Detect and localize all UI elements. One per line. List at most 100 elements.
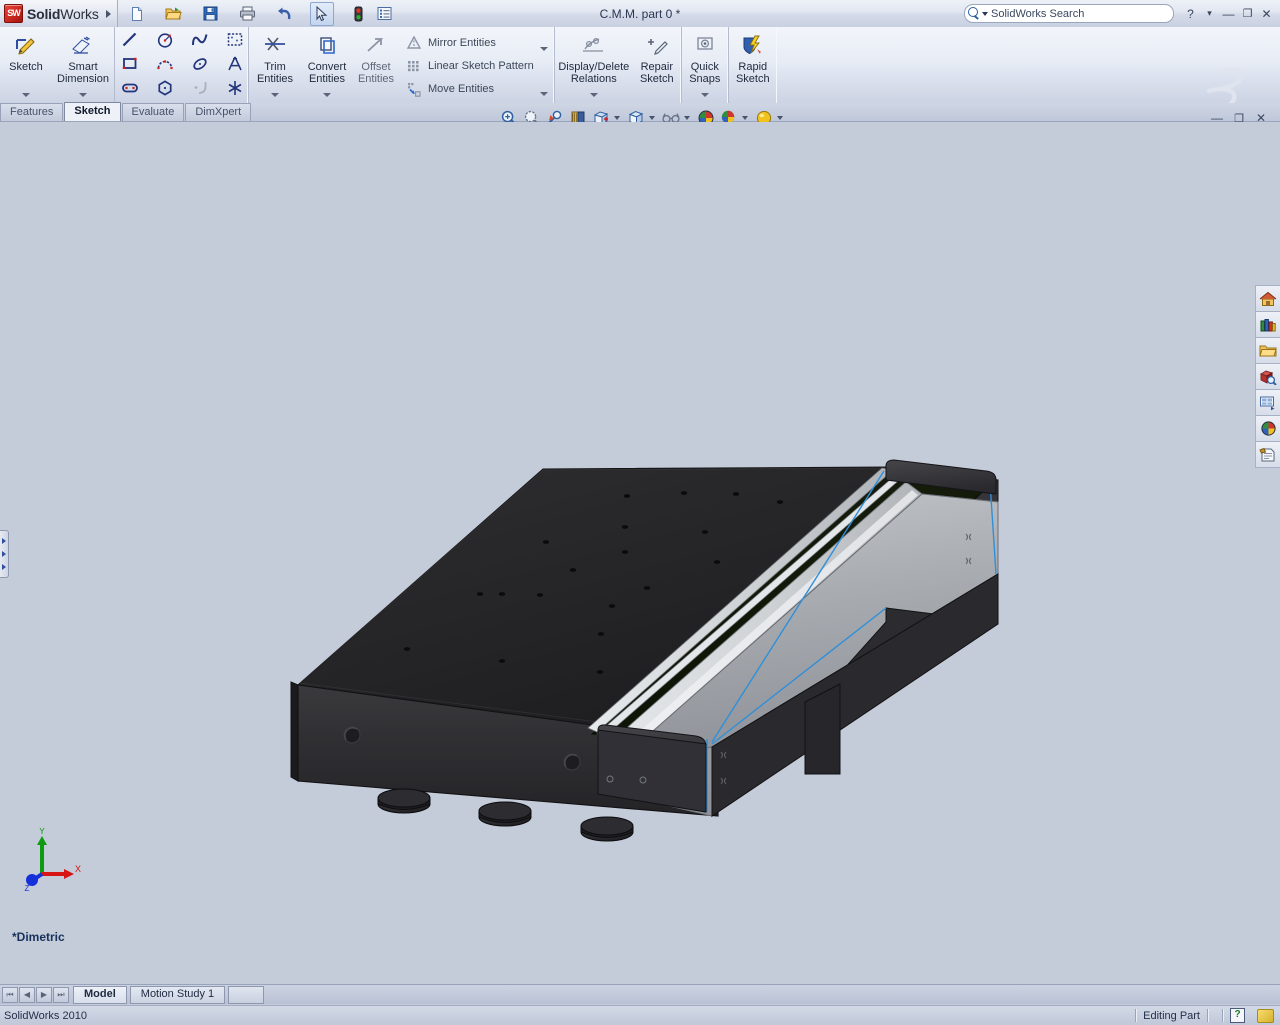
next-tab-button[interactable]: ▶ xyxy=(36,986,52,1003)
spline-tool-button[interactable] xyxy=(189,28,224,52)
sketch-fillet-tool-button[interactable] xyxy=(189,76,224,100)
status-version-text: SolidWorks 2010 xyxy=(4,1009,87,1022)
sketch-button-label: Sketch xyxy=(9,61,43,73)
line-tool-button[interactable] xyxy=(119,28,154,52)
status-divider xyxy=(1207,1009,1208,1022)
triad-x-label: X xyxy=(75,864,81,874)
orientation-triad: Y X Z xyxy=(25,828,81,893)
tab-model[interactable]: Model xyxy=(73,985,127,1004)
solidworks-resources-button[interactable] xyxy=(1255,285,1280,311)
options-list-icon xyxy=(377,6,392,21)
custom-properties-button[interactable] xyxy=(1255,441,1280,468)
tab-features[interactable]: Features xyxy=(0,103,64,121)
point-star-icon xyxy=(224,77,246,99)
hide-show-items-dropdown-icon[interactable] xyxy=(684,116,690,120)
display-delete-relations-label-line2: Relations xyxy=(570,73,617,85)
linear-sketch-pattern-button[interactable]: Linear Sketch Pattern xyxy=(399,54,534,77)
search-panel-button[interactable] xyxy=(1255,363,1280,389)
search-cube-icon xyxy=(1259,369,1277,385)
select-tool-button[interactable] xyxy=(309,1,334,26)
quick-snaps-button[interactable]: Quick Snaps xyxy=(682,27,728,101)
text-tool-button[interactable] xyxy=(224,52,246,76)
ellipse-tool-button[interactable] xyxy=(189,52,224,76)
solidworks-application-window: SW SolidWorks C.M.M. part 0 * SolidWorks… xyxy=(0,0,1280,1025)
display-delete-relations-button[interactable]: Display/Delete Relations xyxy=(555,27,633,101)
solidworks-logo-button[interactable]: SW SolidWorks xyxy=(0,0,118,27)
offset-entities-button[interactable]: Offset Entities xyxy=(353,27,399,101)
repair-sketch-button[interactable]: Repair Sketch xyxy=(633,27,681,101)
rebuild-button[interactable] xyxy=(347,2,371,26)
status-divider xyxy=(1135,1009,1137,1022)
tab-sketch[interactable]: Sketch xyxy=(64,102,121,121)
move-entities-group-dropdown-icon[interactable] xyxy=(539,92,548,96)
tab-empty-slot xyxy=(228,985,265,1004)
view-settings-dropdown-icon[interactable] xyxy=(777,116,783,120)
slot-tool-button[interactable] xyxy=(119,76,154,100)
quick-snaps-icon xyxy=(693,33,717,59)
ribbon-toolbar: Sketch Smart Dimension Trim Entities Con… xyxy=(0,27,1280,104)
restore-button[interactable]: ❐ xyxy=(1238,4,1257,23)
apply-scene-dropdown-icon[interactable] xyxy=(742,116,748,120)
sketch-region-button[interactable] xyxy=(224,28,246,52)
sketch-button-dropdown-icon[interactable] xyxy=(22,93,30,97)
search-scope-dropdown-icon[interactable] xyxy=(982,11,988,16)
home-house-icon xyxy=(1259,291,1277,307)
quick-snaps-dropdown-icon[interactable] xyxy=(700,93,709,97)
polygon-tool-button[interactable] xyxy=(154,76,189,100)
rectangle-tool-button[interactable] xyxy=(119,52,154,76)
undo-button[interactable] xyxy=(273,2,297,26)
rectangle-icon xyxy=(119,53,141,75)
open-folder-icon xyxy=(1259,343,1277,358)
repair-sketch-icon xyxy=(645,33,669,59)
help-button[interactable]: ? xyxy=(1181,4,1200,23)
smart-dimension-label-line1: Smart xyxy=(68,61,98,73)
file-explorer-button[interactable] xyxy=(1255,337,1280,363)
close-button[interactable]: ✕ xyxy=(1257,4,1276,23)
new-document-button[interactable] xyxy=(125,2,149,26)
model-3d-render xyxy=(290,459,999,842)
appearances-scenes-button[interactable] xyxy=(1255,415,1280,441)
rapid-sketch-button[interactable]: Rapid Sketch xyxy=(729,27,777,101)
convert-entities-icon xyxy=(315,33,339,59)
convert-entities-dropdown-icon[interactable] xyxy=(323,93,331,97)
trim-entities-button[interactable]: Trim Entities xyxy=(249,27,301,101)
tab-dimxpert[interactable]: DimXpert xyxy=(185,103,252,121)
brand-bold-text: Solid xyxy=(27,5,61,22)
minimize-button[interactable]: — xyxy=(1219,4,1238,23)
trim-entities-dropdown-icon[interactable] xyxy=(271,93,279,97)
point-tool-button[interactable] xyxy=(224,76,246,100)
view-palette-button[interactable] xyxy=(1255,389,1280,415)
task-pane-toolbar xyxy=(1255,285,1280,468)
save-document-button[interactable] xyxy=(199,2,223,26)
open-document-button[interactable] xyxy=(162,2,186,26)
smart-dimension-dropdown-icon[interactable] xyxy=(79,93,87,97)
move-entities-button[interactable]: Move Entities xyxy=(399,77,534,100)
smart-dimension-button[interactable]: Smart Dimension xyxy=(52,27,114,101)
tab-evaluate[interactable]: Evaluate xyxy=(121,103,185,121)
menu-expand-arrow-icon[interactable] xyxy=(105,9,111,18)
graphics-viewport[interactable]: Y X Z *Dimetric xyxy=(0,122,1280,984)
last-tab-button[interactable]: ⏭ xyxy=(53,986,69,1003)
search-input[interactable]: SolidWorks Search xyxy=(964,4,1174,23)
convert-entities-label-line2: Entities xyxy=(308,73,346,85)
trim-entities-label-line2: Entities xyxy=(256,73,294,85)
sketch-button[interactable]: Sketch xyxy=(0,27,52,101)
print-document-button[interactable] xyxy=(236,2,260,26)
status-help-badge[interactable]: ? xyxy=(1230,1008,1245,1023)
tab-motion-study-1[interactable]: Motion Study 1 xyxy=(129,985,226,1004)
display-delete-relations-dropdown-icon[interactable] xyxy=(589,93,598,97)
first-tab-button[interactable]: ⏮ xyxy=(2,986,18,1003)
convert-entities-button[interactable]: Convert Entities xyxy=(301,27,353,101)
mirror-entities-button[interactable]: Mirror Entities xyxy=(399,31,534,54)
display-style-dropdown-icon[interactable] xyxy=(649,116,655,120)
previous-tab-button[interactable]: ◀ xyxy=(19,986,35,1003)
tag-icon[interactable] xyxy=(1257,1008,1274,1023)
help-dropdown-icon[interactable]: ▾ xyxy=(1200,4,1219,23)
linear-pattern-group-dropdown-icon[interactable] xyxy=(539,46,548,51)
feature-tree-flyout-handle[interactable] xyxy=(0,530,9,578)
view-orientation-dropdown-icon[interactable] xyxy=(614,116,620,120)
design-library-button[interactable] xyxy=(1255,311,1280,337)
three-point-arc-button[interactable] xyxy=(154,52,189,76)
options-button[interactable] xyxy=(373,2,397,26)
circle-tool-button[interactable] xyxy=(154,28,189,52)
